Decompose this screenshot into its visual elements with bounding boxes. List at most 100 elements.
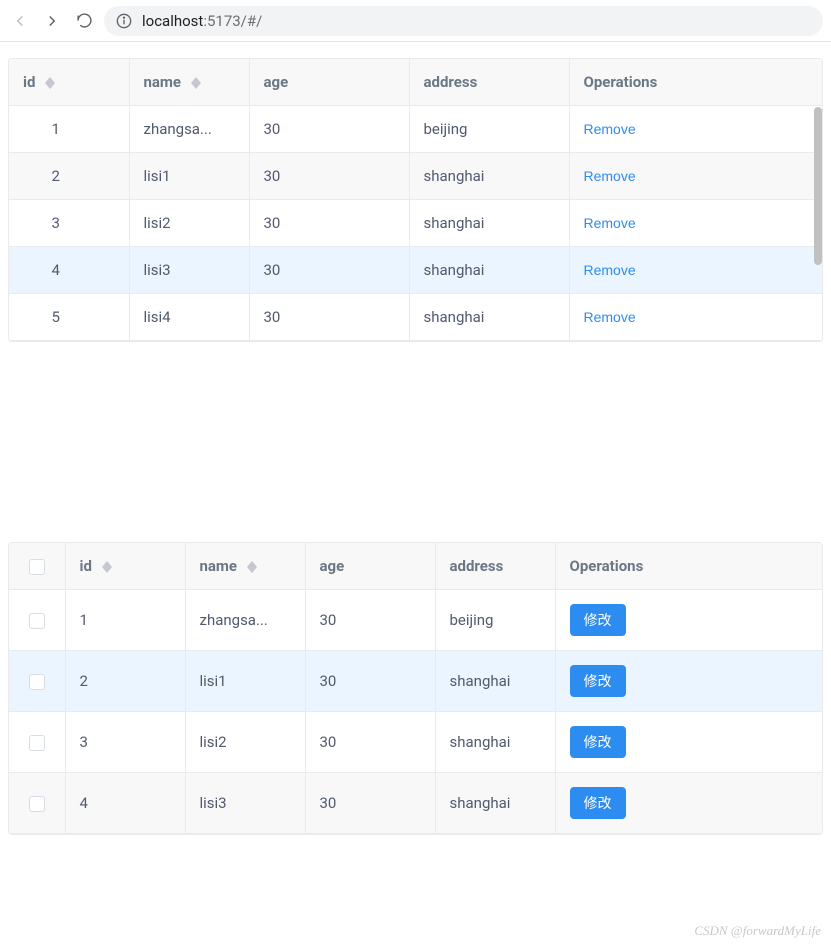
edit-button[interactable]: 修改 — [570, 665, 626, 697]
vertical-scrollbar[interactable] — [814, 107, 822, 265]
cell-name: lisi2 — [185, 712, 305, 773]
cell-id: 5 — [9, 294, 129, 341]
cell-name: zhangsa... — [129, 106, 249, 153]
cell-age: 30 — [249, 247, 409, 294]
cell-operations: 修改 — [555, 590, 822, 651]
col-header-age: age — [249, 59, 409, 106]
remove-button[interactable]: Remove — [584, 262, 636, 278]
cell-age: 30 — [305, 773, 435, 834]
row-checkbox[interactable] — [29, 613, 45, 629]
cell-name: lisi1 — [129, 153, 249, 200]
col-header-operations: Operations — [569, 59, 822, 106]
remove-button[interactable]: Remove — [584, 121, 636, 137]
url-path: :5173/#/ — [203, 12, 262, 30]
cell-id: 4 — [9, 247, 129, 294]
row-checkbox[interactable] — [29, 735, 45, 751]
cell-age: 30 — [249, 153, 409, 200]
cell-checkbox[interactable] — [9, 651, 65, 712]
table-row[interactable]: 4lisi330shanghai Remove — [9, 247, 822, 294]
table-row[interactable]: 1zhangsa...30beijing Remove — [9, 106, 822, 153]
cell-operations: 修改 — [555, 712, 822, 773]
col-header-id-label: id — [23, 73, 35, 91]
cell-id: 3 — [65, 712, 185, 773]
cell-id: 1 — [65, 590, 185, 651]
table-row[interactable]: 3lisi230shanghai Remove — [9, 200, 822, 247]
cell-address: shanghai — [435, 651, 555, 712]
table-row[interactable]: 5lisi430shanghaiRemove — [9, 294, 822, 341]
table-2: id name age address — [8, 542, 823, 835]
col-header-address: address — [435, 543, 555, 590]
remove-button[interactable]: Remove — [584, 168, 636, 184]
address-bar[interactable]: localhost:5173/#/ — [104, 6, 823, 36]
cell-name: lisi2 — [129, 200, 249, 247]
watermark: CSDN @forwardMyLife — [694, 923, 821, 939]
row-checkbox[interactable] — [29, 674, 45, 690]
col-header-checkbox[interactable] — [9, 543, 65, 590]
cell-name: lisi4 — [129, 294, 249, 341]
table-header-row: id name age address — [9, 543, 822, 590]
cell-age: 30 — [249, 294, 409, 341]
cell-name: lisi3 — [129, 247, 249, 294]
cell-address: shanghai — [435, 712, 555, 773]
cell-address: shanghai — [409, 153, 569, 200]
cell-address: beijing — [435, 590, 555, 651]
row-checkbox[interactable] — [29, 796, 45, 812]
cell-id: 4 — [65, 773, 185, 834]
edit-button[interactable]: 修改 — [570, 726, 626, 758]
col-header-name-label: name — [200, 557, 238, 575]
cell-address: shanghai — [409, 200, 569, 247]
cell-age: 30 — [305, 590, 435, 651]
col-header-id[interactable]: id — [65, 543, 185, 590]
sort-icon[interactable] — [102, 561, 112, 573]
remove-button[interactable]: Remove — [584, 215, 636, 231]
col-header-name-label: name — [144, 73, 182, 91]
table-row[interactable]: 1zhangsa...30beijing 修改 — [9, 590, 822, 651]
table-row[interactable]: 2lisi130shanghai Remove — [9, 153, 822, 200]
browser-toolbar: localhost:5173/#/ — [0, 0, 831, 42]
cell-address: shanghai — [409, 247, 569, 294]
cell-checkbox[interactable] — [9, 773, 65, 834]
cell-operations: 修改 — [555, 773, 822, 834]
url-text: localhost:5173/#/ — [142, 12, 262, 30]
cell-age: 30 — [249, 200, 409, 247]
col-header-address: address — [409, 59, 569, 106]
cell-operations: 修改 — [555, 651, 822, 712]
table-1: id name age address — [8, 58, 823, 342]
col-header-id-label: id — [80, 557, 92, 575]
cell-age: 30 — [249, 106, 409, 153]
col-header-operations: Operations — [555, 543, 822, 590]
site-info-icon[interactable] — [116, 13, 132, 29]
back-button[interactable] — [8, 9, 32, 33]
col-header-name[interactable]: name — [185, 543, 305, 590]
remove-button[interactable]: Remove — [584, 309, 636, 325]
edit-button[interactable]: 修改 — [570, 604, 626, 636]
table-header-row: id name age address — [9, 59, 822, 106]
table-row[interactable]: 2lisi130shanghai修改 — [9, 651, 822, 712]
table-row[interactable]: 3lisi230shanghai 修改 — [9, 712, 822, 773]
select-all-checkbox[interactable] — [29, 559, 45, 575]
cell-age: 30 — [305, 712, 435, 773]
cell-checkbox[interactable] — [9, 712, 65, 773]
sort-icon[interactable] — [45, 77, 55, 89]
sort-icon[interactable] — [247, 561, 257, 573]
cell-name: zhangsa... — [185, 590, 305, 651]
cell-name: lisi1 — [185, 651, 305, 712]
table-row[interactable]: 4lisi330shanghai修改 — [9, 773, 822, 834]
cell-address: beijing — [409, 106, 569, 153]
col-header-age: age — [305, 543, 435, 590]
forward-button[interactable] — [40, 9, 64, 33]
cell-operations: Remove — [569, 106, 822, 153]
cell-id: 1 — [9, 106, 129, 153]
url-host: localhost — [142, 12, 203, 30]
cell-operations: Remove — [569, 294, 822, 341]
cell-age: 30 — [305, 651, 435, 712]
col-header-id[interactable]: id — [9, 59, 129, 106]
cell-operations: Remove — [569, 200, 822, 247]
cell-id: 2 — [9, 153, 129, 200]
col-header-name[interactable]: name — [129, 59, 249, 106]
cell-id: 3 — [9, 200, 129, 247]
reload-button[interactable] — [72, 9, 96, 33]
cell-checkbox[interactable] — [9, 590, 65, 651]
edit-button[interactable]: 修改 — [570, 787, 626, 819]
sort-icon[interactable] — [191, 77, 201, 89]
